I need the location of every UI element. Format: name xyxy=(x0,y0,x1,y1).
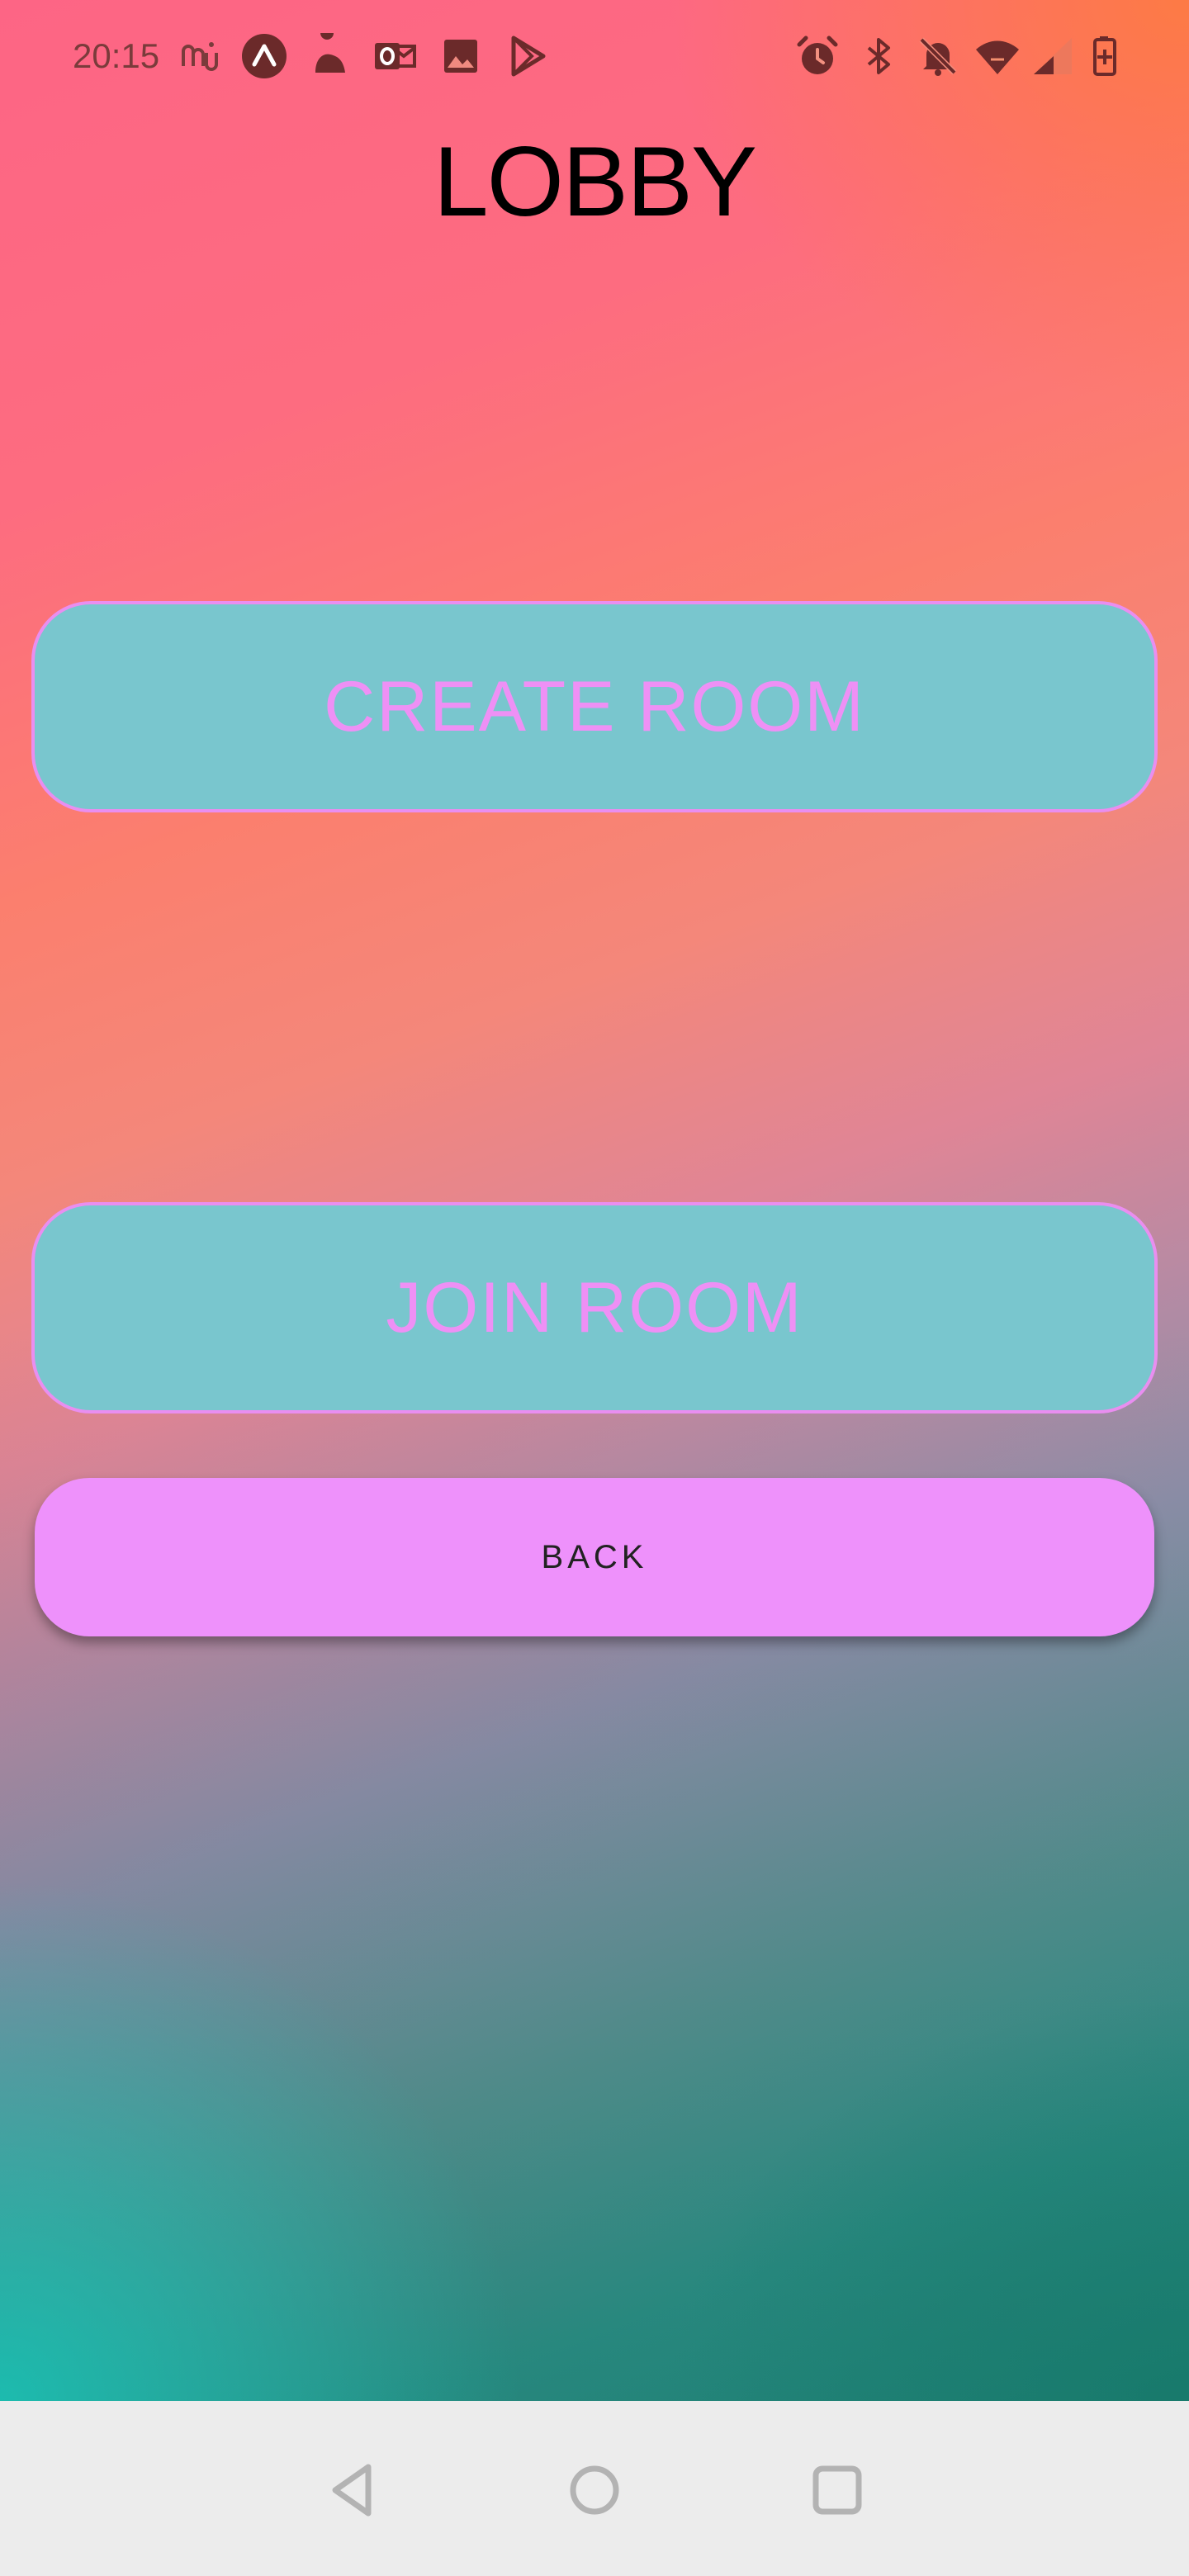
create-room-button[interactable]: CREATE ROOM xyxy=(31,601,1158,812)
nav-back-icon[interactable] xyxy=(322,2459,385,2522)
outlook-icon xyxy=(372,33,418,79)
mi-fit-icon xyxy=(177,33,223,79)
wifi-icon xyxy=(974,33,1021,79)
cellular-signal-icon xyxy=(1029,33,1075,79)
page-title: LOBBY xyxy=(433,126,757,237)
duo-icon xyxy=(307,33,353,79)
battery-charging-icon xyxy=(1087,33,1133,79)
status-time: 20:15 xyxy=(73,36,160,75)
bluetooth-icon xyxy=(855,33,902,79)
navigation-bar xyxy=(0,2401,1189,2576)
app-screen: 20:15 LOBBY CREATE ROOM JOIN ROOM BACK xyxy=(0,0,1189,2576)
bell-off-icon xyxy=(915,33,961,79)
nav-home-icon[interactable] xyxy=(563,2459,626,2522)
alarm-icon xyxy=(794,33,841,79)
join-room-label: JOIN ROOM xyxy=(386,1267,803,1347)
back-label: BACK xyxy=(541,1538,648,1575)
gradient-overlay xyxy=(0,0,1189,2401)
expo-icon xyxy=(241,33,287,79)
status-bar: 20:15 xyxy=(0,0,1189,116)
play-store-icon xyxy=(504,33,550,79)
nav-recents-icon[interactable] xyxy=(806,2459,869,2522)
back-button[interactable]: BACK xyxy=(35,1478,1154,1636)
join-room-button[interactable]: JOIN ROOM xyxy=(31,1202,1158,1413)
create-room-label: CREATE ROOM xyxy=(324,666,865,746)
gallery-icon xyxy=(438,33,484,79)
